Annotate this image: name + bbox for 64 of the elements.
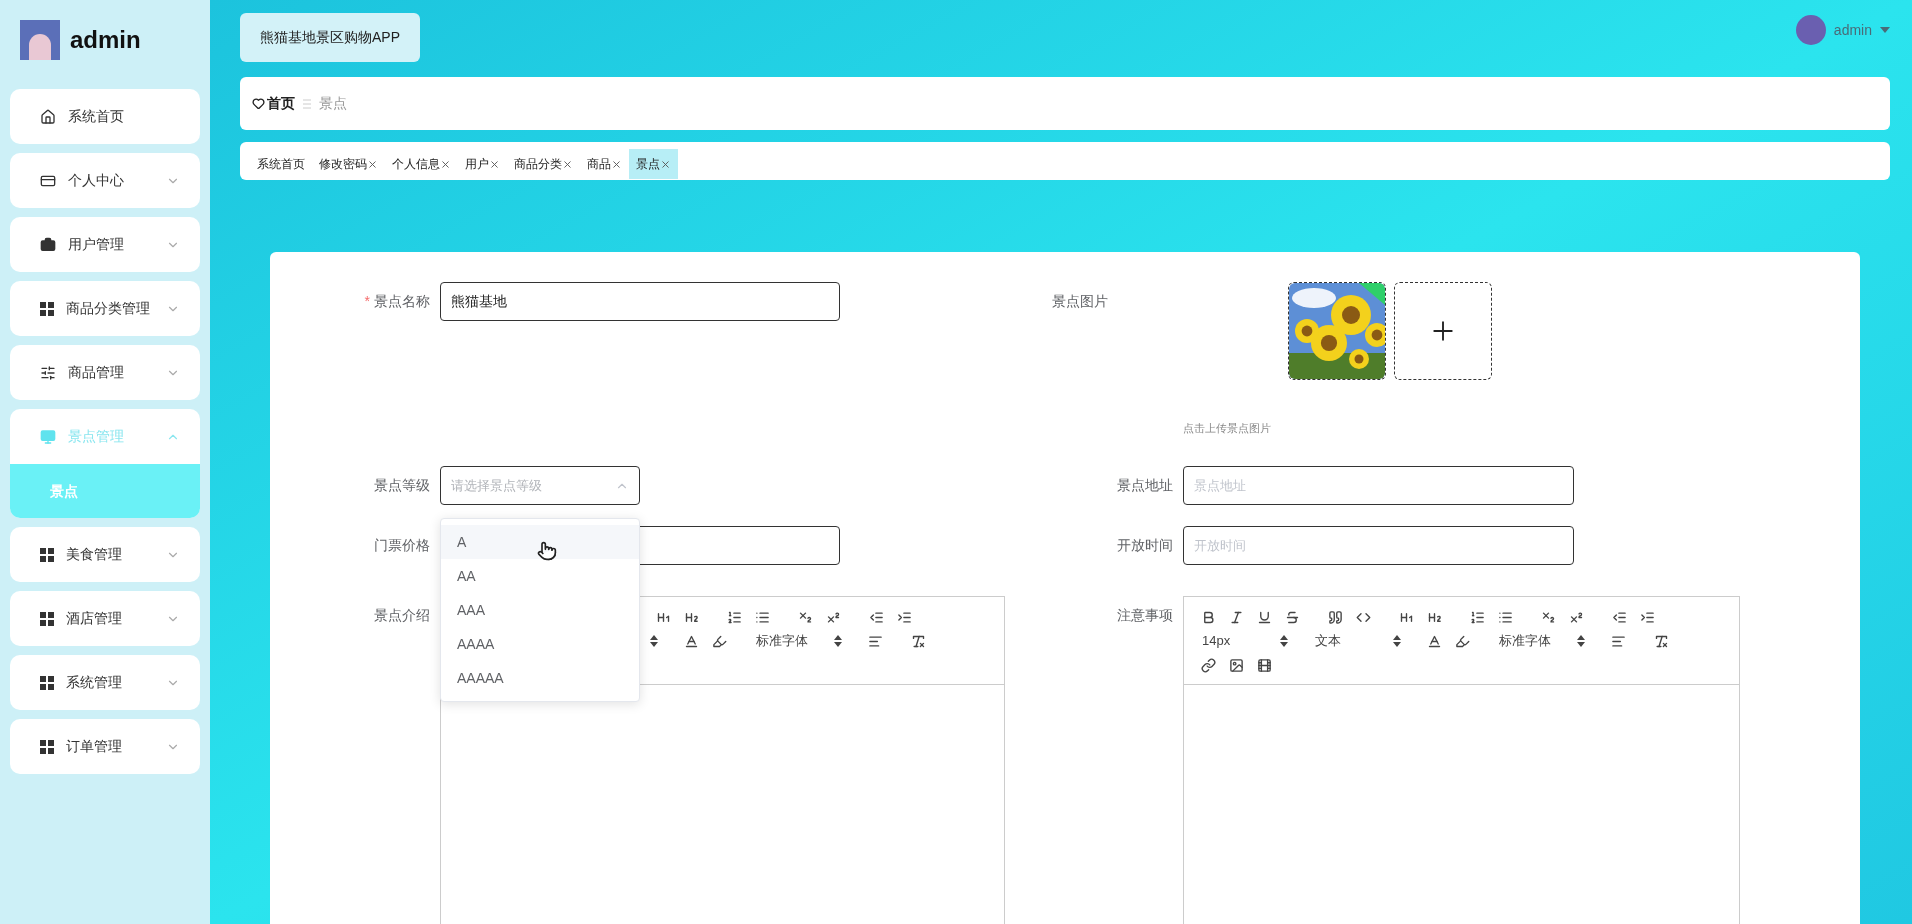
grid-icon: [40, 611, 54, 626]
caret-down-icon: [1880, 27, 1890, 33]
user-name[interactable]: admin: [1833, 19, 1872, 41]
menu-item[interactable]: 商品分类管理: [10, 281, 200, 336]
home-icon: [40, 108, 56, 125]
picker-arrows-icon: [834, 635, 842, 647]
field-label: 开放时间: [1117, 537, 1173, 553]
grid-icon: [40, 739, 54, 754]
rich-text-editor[interactable]: 14px 文本 标准字体: [1183, 596, 1740, 924]
tab[interactable]: 景点: [629, 149, 678, 179]
menu-item[interactable]: 用户管理: [10, 217, 200, 272]
grid-icon: [40, 547, 54, 562]
avatar: [20, 20, 60, 60]
user-name: admin: [70, 25, 141, 55]
font-picker[interactable]: 标准字体: [756, 631, 808, 651]
hand-cursor-icon: [537, 541, 557, 561]
size-picker[interactable]: 14px: [1202, 631, 1231, 651]
menu-item[interactable]: 酒店管理: [10, 591, 200, 646]
field-label: 注意事项: [1117, 607, 1173, 623]
dropdown-option[interactable]: A: [441, 525, 639, 559]
close-icon[interactable]: [367, 158, 378, 170]
field-label: 景点等级: [374, 477, 430, 493]
address-input[interactable]: 景点地址: [1183, 466, 1574, 505]
picker-arrows-icon: [1577, 635, 1585, 647]
picker-arrows-icon: [1393, 635, 1401, 647]
field-label: 景点图片: [1052, 293, 1108, 309]
close-icon[interactable]: [611, 158, 622, 170]
briefcase-icon: [40, 236, 56, 253]
field-label: 景点介绍: [374, 607, 430, 623]
dropdown-option[interactable]: AA: [441, 559, 639, 593]
heart-icon: [252, 97, 265, 110]
field-label: 门票价格: [374, 537, 430, 553]
separator-icon: [303, 98, 311, 109]
menu-item[interactable]: 订单管理: [10, 719, 200, 774]
upload-hint: 点击上传景点图片: [1183, 421, 1271, 436]
dropdown-option[interactable]: AAAA: [441, 627, 639, 661]
name-input[interactable]: 熊猫基地: [440, 282, 840, 321]
dropdown-option[interactable]: AAA: [441, 593, 639, 627]
grid-icon: [40, 301, 54, 316]
font-picker[interactable]: 标准字体: [1499, 631, 1551, 651]
close-icon[interactable]: [489, 158, 500, 170]
close-icon[interactable]: [440, 158, 451, 170]
menu-item[interactable]: 美食管理: [10, 527, 200, 582]
user-avatar: [1795, 15, 1826, 45]
menu-item[interactable]: 系统管理: [10, 655, 200, 710]
close-icon[interactable]: [562, 158, 573, 170]
app-title-button[interactable]: 熊猫基地景区购物APP: [240, 13, 420, 62]
sliders-icon: [40, 364, 56, 381]
picker-arrows-icon: [1280, 635, 1288, 647]
breadcrumb-item[interactable]: 首页: [252, 93, 295, 114]
open-time-input[interactable]: 开放时间: [1183, 526, 1574, 565]
grid-icon: [40, 675, 54, 690]
picker-arrows-icon: [650, 635, 658, 647]
field-label: 景点名称: [374, 293, 430, 309]
text-style-picker[interactable]: 文本: [1315, 631, 1341, 651]
monitor-icon: [40, 428, 56, 445]
menu-item[interactable]: 系统首页: [10, 89, 200, 144]
menu-item[interactable]: 个人中心: [10, 153, 200, 208]
menu-item[interactable]: 商品管理: [10, 345, 200, 400]
field-label: 景点地址: [1117, 477, 1173, 493]
dropdown-option[interactable]: AAAAA: [441, 661, 639, 695]
upload-button[interactable]: [1394, 282, 1492, 380]
close-icon[interactable]: [660, 158, 671, 170]
required-mark: *: [364, 293, 370, 309]
